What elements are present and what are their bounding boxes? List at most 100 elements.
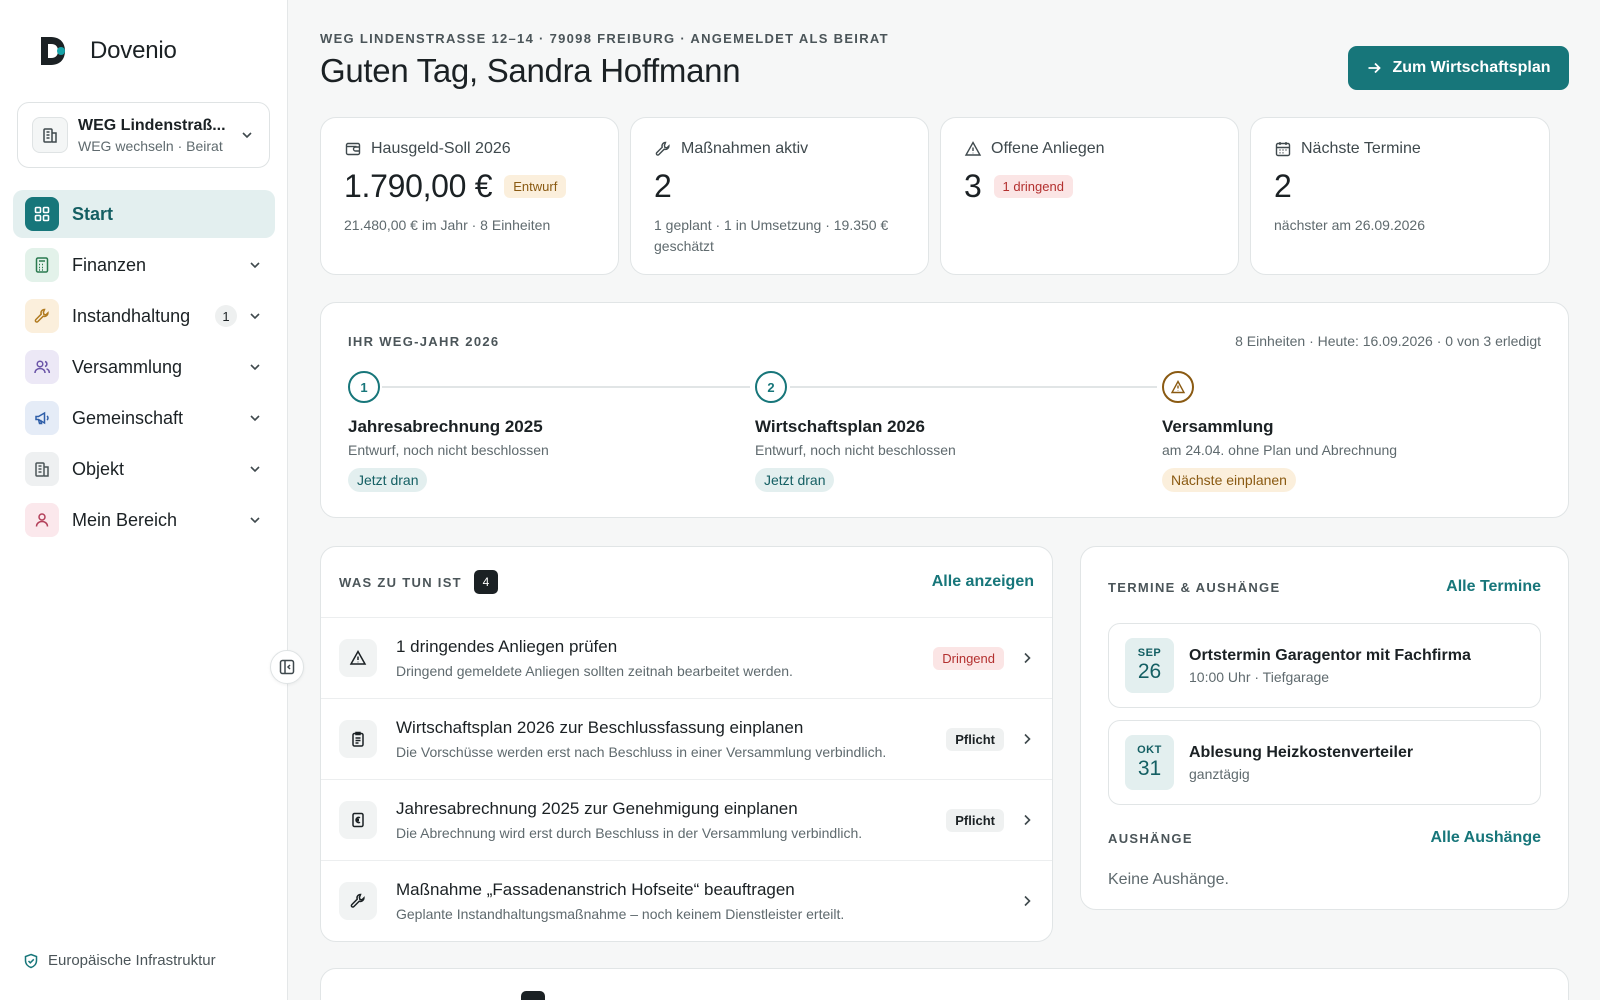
kpi-label: Maßnahmen aktiv xyxy=(681,140,809,157)
kpi-value: 3 xyxy=(964,168,982,204)
users-icon xyxy=(25,350,59,384)
all-notices-link[interactable]: Alle Aushänge xyxy=(1430,829,1541,847)
weg-subtitle: WEG wechseln · Beirat xyxy=(78,137,223,154)
todo-title: Wirtschaftsplan 2026 zur Beschlussfassun… xyxy=(396,718,804,737)
brand-name: Dovenio xyxy=(90,37,177,64)
nav-item-instandhaltung[interactable]: Instandhaltung 1 xyxy=(13,292,275,340)
megaphone-icon xyxy=(25,401,59,435)
nav-label: Start xyxy=(72,203,114,224)
notices-empty-state: Keine Aushänge. xyxy=(1108,871,1229,888)
section-title: WAS ZU TUN IST xyxy=(339,574,462,590)
status-badge: Entwurf xyxy=(504,175,567,198)
event-day: 26 xyxy=(1137,660,1162,683)
event-item[interactable]: SEP 26 Ortstermin Garagentor mit Fachfir… xyxy=(1108,623,1541,708)
chevron-down-icon xyxy=(250,415,260,422)
partial-card xyxy=(320,968,1569,1000)
event-title: Ortstermin Garagentor mit Fachfirma xyxy=(1189,646,1471,664)
step-number: 1 xyxy=(348,371,380,403)
nav-item-versammlung[interactable]: Versammlung xyxy=(13,343,275,391)
termine-card: TERMINE & AUSHÄNGE Alle Termine SEP 26 O… xyxy=(1080,546,1569,910)
arrow-right-icon xyxy=(1368,62,1382,74)
nav-item-start[interactable]: Start xyxy=(13,190,275,238)
todo-item[interactable]: Jahresabrechnung 2025 zur Genehmigung ei… xyxy=(321,779,1052,860)
event-month: SEP xyxy=(1137,647,1162,659)
todo-item[interactable]: 1 dringendes Anliegen prüfen Dringend ge… xyxy=(321,617,1052,698)
priority-badge: Dringend xyxy=(933,646,1004,670)
kpi-subtext: 1 geplant · 1 in Umsetzung · 19.350 € ge… xyxy=(654,217,889,254)
kpi-label: Hausgeld-Soll 2026 xyxy=(371,140,511,157)
kpi-value: 1.790,00 € xyxy=(344,168,493,204)
kpi-subtext: 21.480,00 € im Jahr · 8 Einheiten xyxy=(344,217,551,233)
kpi-anliegen[interactable]: Offene Anliegen 3 1 dringend xyxy=(940,117,1239,275)
section-title: IHR WEG-JAHR 2026 xyxy=(348,334,500,349)
chevron-right-icon xyxy=(1024,814,1031,826)
todo-subtitle: Die Abrechnung wird erst durch Beschluss… xyxy=(396,825,863,841)
sidebar-collapse-button[interactable] xyxy=(270,650,304,684)
infrastructure-label: Europäische Infrastruktur xyxy=(48,952,216,969)
kpi-termine[interactable]: Nächste Termine 2 nächster am 26.09.2026 xyxy=(1250,117,1550,275)
kpi-hausgeld[interactable]: Hausgeld-Soll 2026 1.790,00 € Entwurf 21… xyxy=(320,117,619,275)
step-wirtschaftsplan[interactable]: 2 Wirtschaftsplan 2026 Entwurf, noch nic… xyxy=(755,371,1135,492)
step-number: 2 xyxy=(755,371,787,403)
todo-title: 1 dringendes Anliegen prüfen xyxy=(396,637,618,656)
dashboard-icon xyxy=(25,197,59,231)
chevron-right-icon xyxy=(1024,895,1031,907)
kpi-massnahmen[interactable]: Maßnahmen aktiv 2 1 geplant · 1 in Umset… xyxy=(630,117,929,275)
dovenio-logo xyxy=(41,37,65,65)
step-versammlung[interactable]: Versammlung am 24.04. ohne Plan und Abre… xyxy=(1162,371,1542,492)
brand[interactable]: Dovenio xyxy=(38,34,177,68)
wirtschaftsplan-button[interactable]: Zum Wirtschaftsplan xyxy=(1348,46,1569,90)
chevron-down-icon xyxy=(250,313,260,320)
nav-item-finanzen[interactable]: Finanzen xyxy=(13,241,275,289)
nav-label: Gemeinschaft xyxy=(72,407,184,428)
nav-label: Mein Bereich xyxy=(72,509,178,530)
clipboard-icon xyxy=(339,720,377,758)
infrastructure-note: Europäische Infrastruktur xyxy=(23,952,216,969)
count-badge xyxy=(521,991,545,1000)
status-badge: 1 dringend xyxy=(993,175,1073,198)
nav-label: Versammlung xyxy=(72,356,183,377)
nav-item-objekt[interactable]: Objekt xyxy=(13,445,275,493)
kpi-value: 2 xyxy=(654,168,672,204)
wrench-icon xyxy=(25,299,59,333)
nav-item-gemeinschaft[interactable]: Gemeinschaft xyxy=(13,394,275,442)
year-meta: 8 Einheiten · Heute: 16.09.2026 · 0 von … xyxy=(1235,333,1541,349)
calendar-icon xyxy=(1275,142,1291,157)
todo-subtitle: Dringend gemeldete Anliegen sollten zeit… xyxy=(396,663,793,679)
wrench-icon xyxy=(339,882,377,920)
chevron-down-icon xyxy=(250,466,260,473)
step-jahresabrechnung[interactable]: 1 Jahresabrechnung 2025 Entwurf, noch ni… xyxy=(348,371,728,492)
shield-check-icon xyxy=(24,953,38,968)
weg-year-card: IHR WEG-JAHR 2026 8 Einheiten · Heute: 1… xyxy=(320,302,1569,518)
todo-subtitle: Geplante Instandhaltungsmaßnahme – noch … xyxy=(396,906,845,922)
warning-icon xyxy=(964,141,982,156)
kpi-label: Offene Anliegen xyxy=(991,140,1105,157)
main-nav: Start Finanzen Instandhaltung 1 Versamml… xyxy=(13,190,275,547)
weg-switcher[interactable]: WEG Lindenstraß... WEG wechseln · Beirat xyxy=(17,102,270,168)
chevron-right-icon xyxy=(1024,652,1031,664)
calculator-icon xyxy=(25,248,59,282)
nav-badge: 1 xyxy=(215,305,237,327)
event-title: Ablesung Heizkostenverteiler xyxy=(1189,743,1414,761)
priority-badge: Pflicht xyxy=(946,808,1004,832)
chevron-down-icon xyxy=(250,364,260,371)
event-month: OKT xyxy=(1137,744,1162,756)
building-icon xyxy=(32,117,68,153)
event-item[interactable]: OKT 31 Ablesung Heizkostenverteiler ganz… xyxy=(1108,720,1541,805)
show-all-link[interactable]: Alle anzeigen xyxy=(932,573,1034,591)
event-subtitle: 10:00 Uhr · Tiefgarage xyxy=(1189,668,1330,685)
all-events-link[interactable]: Alle Termine xyxy=(1446,578,1541,596)
todo-item[interactable]: Maßnahme „Fassadenanstrich Hofseite“ bea… xyxy=(321,860,1052,941)
todo-item[interactable]: Wirtschaftsplan 2026 zur Beschlussfassun… xyxy=(321,698,1052,779)
step-subtitle: am 24.04. ohne Plan und Abrechnung xyxy=(1162,442,1398,458)
page-title: Guten Tag, Sandra Hoffmann xyxy=(320,52,741,89)
nav-item-mein-bereich[interactable]: Mein Bereich xyxy=(13,496,275,544)
chevron-down-icon xyxy=(250,517,260,524)
chevron-down-icon xyxy=(242,132,252,139)
section-title: AUSHÄNGE xyxy=(1108,830,1193,846)
kpi-label: Nächste Termine xyxy=(1301,140,1421,157)
step-title: Jahresabrechnung 2025 xyxy=(348,417,543,436)
chevron-right-icon xyxy=(1024,733,1031,745)
nav-label: Objekt xyxy=(72,458,125,479)
count-badge: 4 xyxy=(473,570,498,594)
